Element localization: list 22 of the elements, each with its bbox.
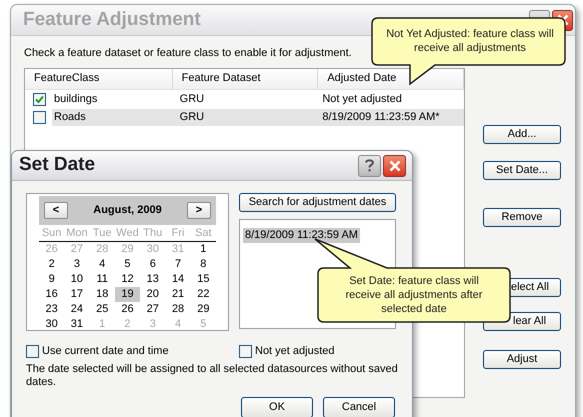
callout-text: Not Yet Adjusted: feature class will receive all adjustments xyxy=(385,27,555,55)
table-cell: Roads xyxy=(52,108,173,126)
weekday-label: Sat xyxy=(194,226,213,241)
window-title: Feature Adjustment xyxy=(23,8,201,32)
weekday-label: Thu xyxy=(142,226,164,241)
checkbox-label: Not yet adjusted xyxy=(255,344,334,359)
weekday-label: Sun xyxy=(40,226,62,241)
month-label: August, 2009 xyxy=(93,203,162,218)
table-cell-text: buildings xyxy=(53,92,98,107)
weekday-label: Mon xyxy=(65,226,89,241)
table-cell-text: GRU xyxy=(178,92,206,107)
callout-text: Set Date: feature class will receive all adjustments after selected date xyxy=(344,274,484,316)
note-text: The date selected will be assigned to all selected datasources without saved dates. xyxy=(25,362,399,388)
checkbox-label: Use current date and time xyxy=(42,344,169,359)
weekday-label: Fri xyxy=(170,226,186,241)
weekday-label: Wed xyxy=(115,226,140,241)
table-cell-text: Not yet adjusted xyxy=(321,92,403,107)
instruction-text: Check a feature dataset or feature class to enable it for adjustment. xyxy=(24,46,352,61)
table-cell: GRU xyxy=(172,108,318,126)
table-cell: 8/19/2009 11:23:59 AM* xyxy=(318,108,464,126)
dialog-title: Set Date xyxy=(19,153,96,178)
weekday-label: Tue xyxy=(92,226,112,241)
